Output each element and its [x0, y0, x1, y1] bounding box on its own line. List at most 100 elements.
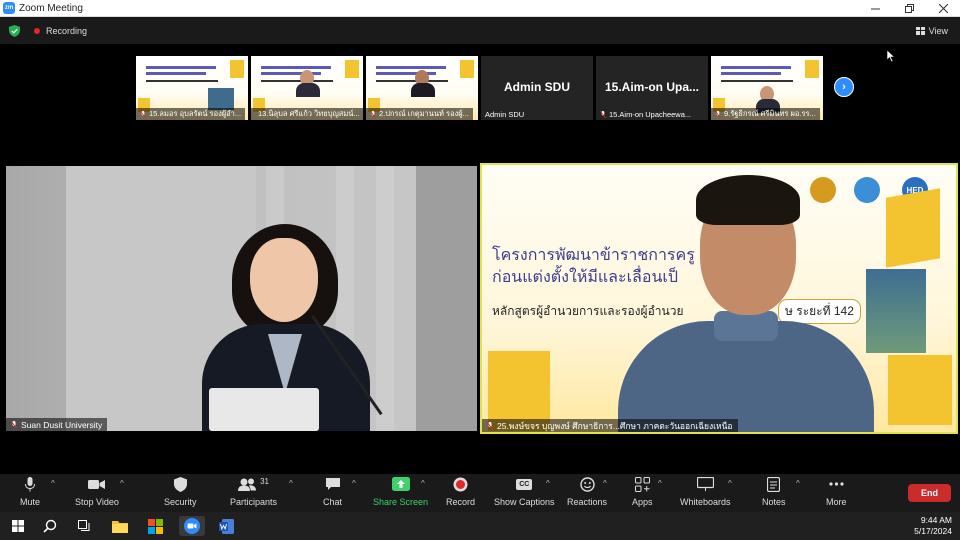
recording-indicator[interactable]: Recording — [34, 26, 87, 36]
whiteboard-icon — [696, 477, 714, 491]
captions-options-caret-icon[interactable]: ^ — [546, 479, 550, 488]
reactions-options-caret-icon[interactable]: ^ — [603, 479, 607, 488]
participant-thumbnail[interactable]: 15.Aim-on Upa... 15.Aim-on Upacheewa... — [596, 56, 708, 120]
notes-button[interactable]: Notes — [762, 474, 786, 512]
participant-thumbnail[interactable]: 15.ลมอร อุบลรัตน์ รองผู้อำ... — [136, 56, 248, 120]
participant-name-label: 25.พงษ์ขจร บุญพงษ์ ศึกษาธิการ...ศึกษา ภา… — [482, 419, 738, 432]
smiley-icon — [579, 476, 595, 492]
participant-name: 15.ลมอร อุบลรัตน์ รองผู้อำ... — [136, 108, 246, 120]
laptop — [209, 388, 319, 431]
minimize-button[interactable] — [858, 0, 892, 17]
video-camera-icon — [88, 479, 106, 489]
participant-name: 9.รัฐธิกรณ์ ศรีมินทร ผอ.รร... — [711, 108, 820, 120]
view-label: View — [928, 25, 948, 36]
mute-button[interactable]: Mute — [20, 474, 40, 512]
apps-options-caret-icon[interactable]: ^ — [658, 479, 662, 488]
window-titlebar: zm Zoom Meeting — [0, 0, 960, 17]
participant-name: 2.ปกรณ์ เกตุมานนท์ รองผู้... — [366, 108, 473, 120]
mic-muted-icon — [600, 110, 606, 118]
taskbar-search-button[interactable] — [40, 516, 60, 536]
windows-taskbar: 9:44 AM 5/17/2024 — [0, 512, 960, 540]
notes-options-caret-icon[interactable]: ^ — [796, 479, 800, 488]
mic-muted-icon — [715, 110, 721, 118]
chevron-right-icon: › — [842, 80, 846, 93]
participant-name: Admin SDU — [485, 109, 525, 119]
chat-options-caret-icon[interactable]: ^ — [352, 479, 356, 488]
participant-thumbnail[interactable]: 2.ปกรณ์ เกตุมานนท์ รองผู้... — [366, 56, 478, 120]
slide-title-line2: ก่อนแต่งตั้งให้มีและเลื่อนเป็ — [492, 269, 679, 286]
file-explorer-button[interactable] — [110, 516, 130, 536]
thumbnail-strip: 15.ลมอร อุบลรัตน์ รองผู้อำ... 13.นิลุบล … — [136, 56, 823, 120]
share-options-caret-icon[interactable]: ^ — [421, 479, 425, 488]
stop-video-button[interactable]: Stop Video — [75, 474, 119, 512]
word-app-icon — [218, 518, 234, 534]
participant-name: 15.Aim-on Upacheewa... — [596, 108, 695, 120]
microsoft-store-icon — [147, 518, 163, 534]
task-view-button[interactable] — [74, 516, 94, 536]
participant-video — [296, 70, 320, 97]
video-tile-active-speaker[interactable]: HED โครงการพัฒนาข้าราชการครู การศึกษา ก่… — [480, 163, 958, 434]
more-button[interactable]: More — [826, 474, 847, 512]
close-icon — [938, 3, 948, 13]
task-view-icon — [77, 520, 89, 531]
restore-icon — [904, 3, 914, 13]
encryption-shield-icon[interactable] — [9, 24, 20, 37]
meeting-infobar: Recording View — [0, 17, 960, 44]
windows-logo-icon — [12, 520, 24, 532]
mic-muted-icon — [487, 421, 493, 430]
meeting-toolbar: Mute ^ Stop Video ^ Security 31 Particip… — [0, 474, 960, 512]
participant-name: 13.นิลุบล ศรีแก้ว วิทยบุญสมน์... — [251, 108, 363, 120]
store-app-button[interactable] — [145, 516, 165, 536]
share-screen-button[interactable]: Share Screen — [373, 474, 428, 512]
whiteboards-options-caret-icon[interactable]: ^ — [728, 479, 732, 488]
word-taskbar-button[interactable] — [216, 516, 236, 536]
speaker-video — [618, 171, 874, 432]
mic-muted-icon — [370, 110, 376, 118]
start-button[interactable] — [8, 516, 28, 536]
security-button[interactable]: Security — [164, 474, 197, 512]
participants-count: 31 — [260, 476, 269, 486]
close-button[interactable] — [926, 0, 960, 17]
participants-icon — [238, 478, 257, 491]
mute-options-caret-icon[interactable]: ^ — [51, 479, 55, 488]
participant-thumbnail[interactable]: Admin SDU Admin SDU — [481, 56, 593, 120]
video-options-caret-icon[interactable]: ^ — [120, 479, 124, 488]
apps-icon — [634, 476, 650, 492]
participants-options-caret-icon[interactable]: ^ — [289, 479, 293, 488]
zoom-app-icon — [184, 518, 200, 534]
system-clock[interactable]: 9:44 AM 5/17/2024 — [914, 515, 952, 537]
grid-view-icon — [915, 26, 925, 35]
zoom-logo-icon: zm — [3, 2, 15, 14]
minimize-icon — [870, 8, 880, 9]
notes-icon — [767, 476, 781, 492]
participants-button[interactable]: 31 Participants — [230, 474, 277, 512]
slide-subtitle: หลักสูตรผู้อำนวยการและรองผู้อำนวย — [492, 304, 684, 318]
security-shield-icon — [173, 476, 187, 492]
record-icon — [453, 477, 468, 491]
end-meeting-button[interactable]: End — [908, 484, 951, 502]
reactions-button[interactable]: Reactions — [567, 474, 607, 512]
record-button[interactable]: Record — [446, 474, 475, 512]
chat-bubble-icon — [325, 478, 340, 490]
whiteboards-button[interactable]: Whiteboards — [680, 474, 731, 512]
video-tile-suan-dusit[interactable]: Suan Dusit University — [6, 166, 477, 431]
restore-button[interactable] — [892, 0, 926, 17]
window-title: Zoom Meeting — [19, 2, 83, 14]
view-button[interactable]: View — [915, 25, 948, 36]
more-dots-icon — [829, 482, 844, 486]
next-page-button[interactable]: › — [834, 77, 854, 97]
mic-muted-icon — [140, 110, 146, 118]
mouse-cursor-icon — [887, 50, 895, 62]
recording-dot-icon — [34, 27, 40, 34]
participant-thumbnail[interactable]: 9.รัฐธิกรณ์ ศรีมินทร ผอ.รร... — [711, 56, 823, 120]
microphone-icon — [25, 476, 35, 491]
mic-muted-icon — [11, 420, 17, 429]
participant-video — [411, 70, 435, 97]
zoom-taskbar-button[interactable] — [179, 516, 205, 536]
participant-name-label: Suan Dusit University — [6, 418, 108, 431]
recording-label: Recording — [46, 25, 88, 36]
apps-button[interactable]: Apps — [632, 474, 653, 512]
chat-button[interactable]: Chat — [323, 474, 342, 512]
participant-thumbnail[interactable]: 13.นิลุบล ศรีแก้ว วิทยบุญสมน์... — [251, 56, 363, 120]
share-screen-icon — [391, 477, 410, 491]
